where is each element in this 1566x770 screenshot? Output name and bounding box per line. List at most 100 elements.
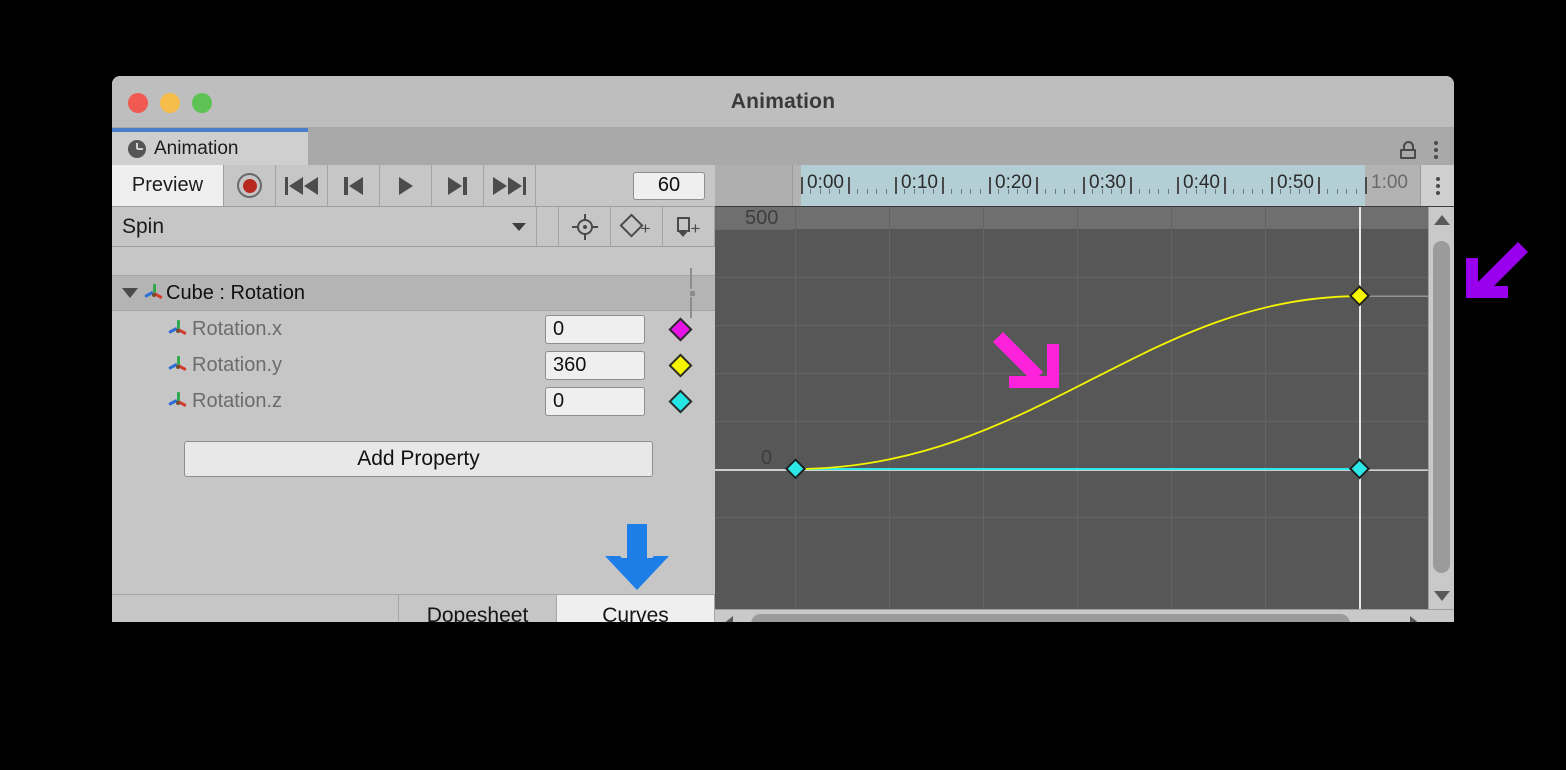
property-value-input[interactable]: 0 <box>545 315 645 344</box>
ruler-minor-tick <box>951 189 952 194</box>
curve-graph-area: 5000 <box>715 207 1454 609</box>
next-frame-icon <box>448 177 467 195</box>
view-mode-tabs: Dopesheet Curves <box>112 594 715 622</box>
tab-dopesheet[interactable]: Dopesheet <box>399 595 557 622</box>
panel-menu-icon[interactable] <box>1434 141 1438 159</box>
property-group-label: Cube : Rotation <box>166 282 305 305</box>
ruler-track[interactable]: 0:000:100:200:300:400:501:00 <box>793 165 1420 206</box>
tabstrip-actions <box>1400 141 1454 165</box>
ruler-minor-tick <box>1130 177 1132 194</box>
vertical-scrollbar[interactable] <box>1428 207 1454 609</box>
keyframe-indicator-x[interactable] <box>645 321 715 338</box>
current-frame-input[interactable]: 60 <box>633 172 705 200</box>
property-label: Rotation.y <box>192 354 282 377</box>
ruler-minor-tick <box>1111 189 1112 194</box>
keyframe-indicator-z[interactable] <box>645 393 715 410</box>
ruler-minor-tick <box>933 189 934 194</box>
vertical-scroll-thumb[interactable] <box>1433 241 1450 573</box>
horizontal-scrollbar[interactable] <box>715 609 1454 622</box>
previous-frame-button[interactable] <box>328 165 380 206</box>
left-pane: Preview <box>112 165 715 622</box>
next-frame-button[interactable] <box>432 165 484 206</box>
tab-animation[interactable]: Animation <box>112 128 308 165</box>
scroll-up-button[interactable] <box>1434 207 1450 233</box>
property-value-input[interactable]: 0 <box>545 387 645 416</box>
scroll-down-button[interactable] <box>1434 583 1450 609</box>
ruler-minor-tick <box>1168 189 1169 194</box>
property-value-input[interactable]: 360 <box>545 351 645 380</box>
clip-dropdown-label: Spin <box>122 215 164 239</box>
curve-rotation-y[interactable] <box>715 207 1428 557</box>
property-row-rotation-z[interactable]: Rotation.z 0 <box>112 383 715 419</box>
traffic-light-group <box>128 93 212 113</box>
ruler-minor-tick <box>1196 189 1197 194</box>
skip-to-start-button[interactable] <box>276 165 328 206</box>
timeline-menu-icon[interactable] <box>1420 165 1454 206</box>
tab-curves[interactable]: Curves <box>557 595 715 622</box>
play-icon <box>399 177 413 195</box>
ruler-minor-tick <box>961 189 962 194</box>
ruler-minor-tick <box>1036 177 1038 194</box>
clock-icon <box>128 140 146 158</box>
scroll-right-button[interactable] <box>1402 616 1428 623</box>
add-property-button[interactable]: Add Property <box>184 441 653 477</box>
ruler-minor-tick <box>1102 189 1103 194</box>
transform-axis-icon <box>168 391 188 411</box>
close-button[interactable] <box>128 93 148 113</box>
property-row-rotation-y[interactable]: Rotation.y 360 <box>112 347 715 383</box>
ruler-minor-tick <box>998 189 999 194</box>
clip-dropdown[interactable]: Spin <box>112 207 537 246</box>
ruler-minor-tick <box>1290 189 1291 194</box>
maximize-button[interactable] <box>192 93 212 113</box>
ruler-minor-tick <box>1299 189 1300 194</box>
ruler-minor-tick <box>1008 189 1009 194</box>
ruler-minor-tick <box>980 189 981 194</box>
horizontal-scroll-track[interactable] <box>741 610 1402 622</box>
property-label: Rotation.x <box>192 318 282 341</box>
curve-canvas[interactable]: 5000 <box>715 207 1428 609</box>
property-row-rotation-x[interactable]: Rotation.x 0 <box>112 311 715 347</box>
lock-icon[interactable] <box>1400 141 1416 159</box>
ruler-minor-tick <box>970 189 971 194</box>
ruler-minor-tick <box>1327 189 1328 194</box>
ruler-minor-tick <box>1262 189 1263 194</box>
ruler-minor-tick <box>1280 189 1281 194</box>
vertical-scroll-track[interactable] <box>1429 233 1454 583</box>
record-button[interactable] <box>224 165 276 206</box>
scroll-left-button[interactable] <box>715 616 741 623</box>
ruler-minor-tick <box>848 177 850 194</box>
ruler-tick <box>1365 177 1367 194</box>
add-keyframe-button[interactable]: + <box>611 207 663 246</box>
chevron-down-icon[interactable] <box>122 288 138 298</box>
group-keyframe-indicator[interactable] <box>690 270 695 317</box>
playhead[interactable] <box>1359 207 1361 609</box>
ruler-minor-tick <box>904 189 905 194</box>
toolbar-gap <box>537 207 559 246</box>
timeline-ruler[interactable]: 0:000:100:200:300:400:501:00 <box>715 165 1454 207</box>
ruler-minor-tick <box>810 189 811 194</box>
add-event-icon: + <box>677 217 701 237</box>
keyframe-indicator-y[interactable] <box>645 357 715 374</box>
horizontal-scroll-thumb[interactable] <box>751 614 1350 622</box>
animation-window: Animation Animation Preview <box>112 76 1454 622</box>
ruler-tick <box>1271 177 1273 194</box>
ruler-tick <box>801 177 803 194</box>
ruler-time-label: 1:00 <box>1371 172 1408 194</box>
play-button[interactable] <box>380 165 432 206</box>
ruler-minor-tick <box>1252 189 1253 194</box>
ruler-minor-tick <box>857 189 858 194</box>
minimize-button[interactable] <box>160 93 180 113</box>
property-label: Rotation.z <box>192 390 282 413</box>
ruler-minor-tick <box>1027 189 1028 194</box>
skip-to-end-button[interactable] <box>484 165 536 206</box>
property-group-cube-rotation[interactable]: Cube : Rotation <box>112 275 715 311</box>
ruler-minor-tick <box>942 177 944 194</box>
filter-button[interactable] <box>559 207 611 246</box>
ruler-minor-tick <box>1186 189 1187 194</box>
preview-button[interactable]: Preview <box>112 165 224 206</box>
ruler-minor-tick <box>1064 189 1065 194</box>
window-body: Preview <box>112 165 1454 622</box>
ruler-minor-tick <box>1309 189 1310 194</box>
transform-axis-icon <box>144 283 164 303</box>
add-event-button[interactable]: + <box>663 207 715 246</box>
